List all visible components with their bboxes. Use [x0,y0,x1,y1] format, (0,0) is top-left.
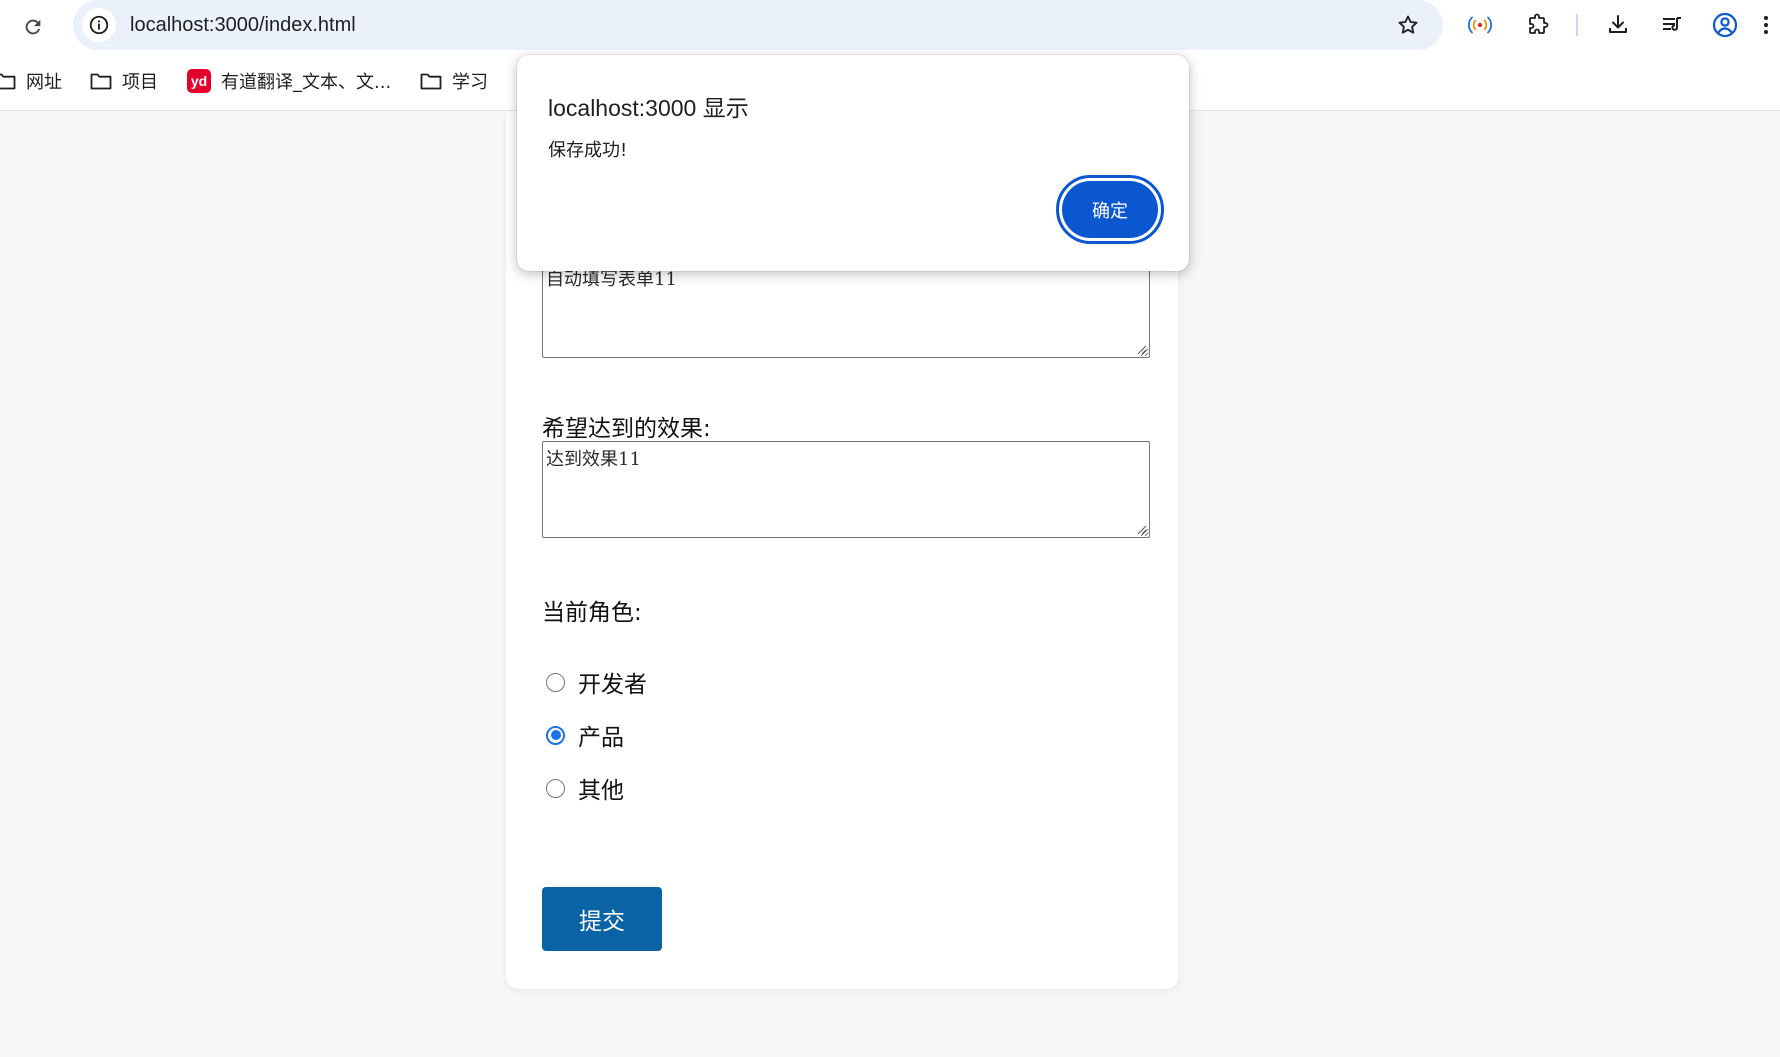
resize-handle-icon[interactable] [1135,523,1147,535]
youdao-logo: yd [187,69,211,93]
broadcast-icon [1468,16,1492,34]
url-text[interactable]: localhost:3000/index.html [130,14,356,37]
bookmark-star-button[interactable] [1395,12,1421,38]
role-option-product[interactable]: 产品 [546,718,624,752]
bookmark-label: 项目 [122,72,158,93]
extensions-button[interactable] [1524,11,1552,39]
account-icon [1712,12,1738,38]
problem-textarea[interactable]: 自动填写表单11 [542,261,1150,358]
reload-button[interactable] [18,12,48,42]
reload-icon [25,19,41,35]
role-option-developer[interactable]: 开发者 [546,665,647,699]
effect-textarea-value: 达到效果11 [546,449,641,470]
role-option-label: 产品 [578,725,624,751]
toolbar-divider [1576,14,1578,36]
radio-other[interactable] [546,778,565,798]
browser-menu-button[interactable] [1758,11,1774,39]
radio-developer[interactable] [546,672,565,692]
playlist-icon [1663,17,1681,31]
more-vertical-icon [1764,16,1768,34]
effect-textarea[interactable]: 达到效果11 [542,441,1150,538]
media-controls-button[interactable] [1658,11,1686,39]
problem-textarea-value: 自动填写表单11 [546,269,677,290]
bookmark-folder-wangzhi[interactable]: 网址 [0,67,62,95]
alert-dialog: localhost:3000 显示 保存成功! 确定 [517,55,1189,271]
folder-icon [0,72,16,90]
bookmark-folder-xuexi[interactable]: 学习 [420,67,488,95]
alert-message: 保存成功! [548,140,628,161]
folder-icon [420,72,442,90]
profile-button[interactable] [1711,11,1739,39]
info-icon [89,15,109,35]
bookmark-label: 网址 [26,72,62,93]
alert-title-suffix: 显示 [702,96,749,122]
submit-button[interactable]: 提交 [542,887,662,951]
role-label: 当前角色: [542,600,642,626]
role-option-label: 开发者 [578,672,647,698]
downloads-button[interactable] [1604,11,1632,39]
resize-handle-icon[interactable] [1135,343,1147,355]
alert-title-host: localhost:3000 [548,95,697,121]
download-icon [1609,15,1627,33]
star-icon [1398,15,1418,34]
folder-icon [90,72,112,90]
bookmark-youdao[interactable]: yd 有道翻译_文本、文... [187,67,391,95]
alert-ok-button[interactable]: 确定 [1056,175,1164,244]
puzzle-icon [1529,13,1549,34]
radio-product[interactable] [546,725,565,745]
cast-extension-button[interactable] [1466,11,1494,39]
address-bar[interactable]: localhost:3000/index.html [73,0,1443,50]
bookmark-label: 有道翻译_文本、文... [221,72,392,93]
effect-label: 希望达到的效果: [542,416,711,442]
site-info-button[interactable] [82,8,116,42]
bookmark-folder-xiangmu[interactable]: 项目 [90,67,158,95]
alert-title: localhost:3000 显示 [548,89,749,123]
role-option-label: 其他 [578,778,624,804]
role-option-other[interactable]: 其他 [546,771,624,805]
browser-toolbar: localhost:3000/index.html [0,0,1780,51]
bookmark-label: 学习 [452,72,488,93]
